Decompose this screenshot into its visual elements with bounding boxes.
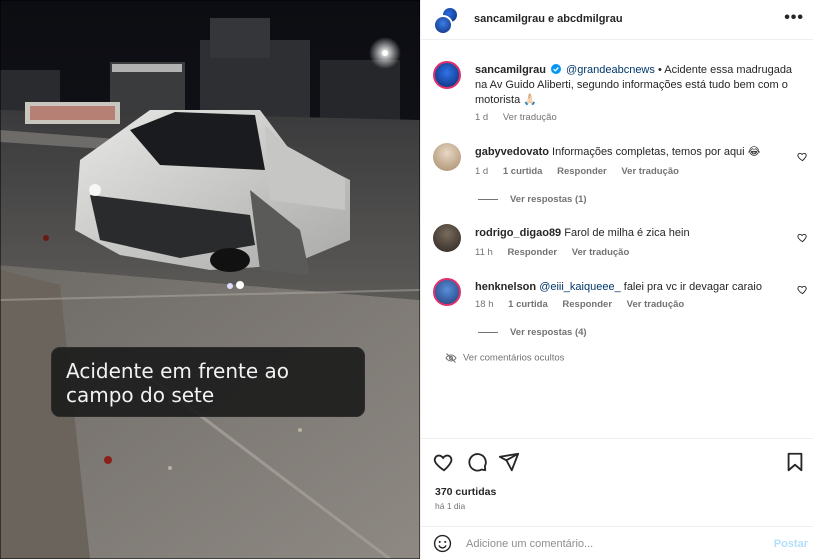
- post-media[interactable]: Acidente em frente ao campo do sete: [0, 0, 420, 559]
- comment-meta: 18 h 1 curtida Responder Ver tradução: [475, 299, 696, 310]
- translate-link[interactable]: Ver tradução: [627, 299, 685, 310]
- view-replies-label: Ver respostas (4): [510, 327, 587, 338]
- avatar[interactable]: [433, 143, 461, 171]
- translate-link[interactable]: Ver tradução: [503, 112, 557, 123]
- comment-time[interactable]: 18 h: [475, 299, 494, 310]
- comment-mention[interactable]: @eiii_kaiqueee_: [539, 281, 621, 293]
- emoji-icon[interactable]: [433, 534, 452, 553]
- comment-text: henknelson @eiii_kaiqueee_ falei pra vc …: [475, 280, 785, 295]
- caption-meta: 1 d Ver tradução: [475, 112, 569, 123]
- comment-username[interactable]: rodrigo_digao89: [475, 227, 561, 239]
- comment-likes[interactable]: 1 curtida: [508, 299, 548, 310]
- heart-icon[interactable]: [433, 451, 455, 473]
- reply-button[interactable]: Responder: [507, 247, 557, 258]
- hidden-comments-label: Ver comentários ocultos: [463, 352, 565, 364]
- comment-likes[interactable]: 1 curtida: [503, 166, 543, 177]
- comment-time[interactable]: 1 d: [475, 166, 488, 177]
- comment-username[interactable]: gabyvedovato: [475, 146, 549, 158]
- like-comment-icon[interactable]: [797, 284, 808, 295]
- comment-icon[interactable]: [466, 451, 488, 473]
- translate-link[interactable]: Ver tradução: [572, 247, 630, 258]
- comment-text: rodrigo_digao89 Farol de milha é zica he…: [475, 226, 785, 241]
- comment-body: Farol de milha é zica hein: [564, 227, 690, 239]
- collab-avatars[interactable]: [433, 6, 463, 35]
- accident-photo: [0, 0, 420, 559]
- likes-count[interactable]: 370 curtidas: [435, 486, 496, 498]
- comment-input[interactable]: Adicione um comentário...: [466, 538, 593, 550]
- media-text-overlay: Acidente em frente ao campo do sete: [51, 347, 365, 417]
- caption-mention[interactable]: @grandeabcnews: [566, 64, 655, 76]
- view-replies-label: Ver respostas (1): [510, 194, 587, 205]
- post-button[interactable]: Postar: [774, 538, 808, 550]
- verified-icon: [550, 64, 561, 74]
- view-replies-button[interactable]: Ver respostas (1): [478, 194, 587, 205]
- reply-button[interactable]: Responder: [557, 166, 607, 177]
- comment-body: Informações completas, temos por aqui 😂: [552, 146, 761, 158]
- view-hidden-comments-button[interactable]: Ver comentários ocultos: [445, 352, 564, 364]
- caption-time[interactable]: 1 d: [475, 112, 488, 123]
- post-header: sancamilgrau e abcdmilgrau •••: [421, 0, 813, 40]
- comment-meta: 11 h Responder Ver tradução: [475, 247, 641, 258]
- like-comment-icon[interactable]: [797, 232, 808, 243]
- comment-time[interactable]: 11 h: [475, 247, 493, 258]
- add-comment-bar: Adicione um comentário... Postar: [421, 526, 813, 559]
- share-icon[interactable]: [498, 451, 520, 473]
- caption-text: sancamilgrau @grandeabcnews • Acidente e…: [475, 63, 805, 108]
- comment-body: falei pra vc ir devagar caraio: [620, 281, 762, 293]
- post-date[interactable]: há 1 dia: [435, 501, 465, 511]
- eye-off-icon: [445, 353, 457, 363]
- avatar[interactable]: [433, 278, 461, 306]
- like-comment-icon[interactable]: [797, 151, 808, 162]
- avatar[interactable]: [433, 61, 461, 89]
- avatar: [433, 15, 453, 35]
- caption-username[interactable]: sancamilgrau: [475, 64, 546, 76]
- comment-username[interactable]: henknelson: [475, 281, 536, 293]
- translate-link[interactable]: Ver tradução: [621, 166, 679, 177]
- reply-button[interactable]: Responder: [562, 299, 612, 310]
- post-authors[interactable]: sancamilgrau e abcdmilgrau: [474, 13, 623, 25]
- more-options-icon[interactable]: •••: [784, 9, 804, 27]
- bookmark-icon[interactable]: [784, 451, 806, 473]
- avatar[interactable]: [433, 224, 461, 252]
- comment-meta: 1 d 1 curtida Responder Ver tradução: [475, 166, 691, 177]
- view-replies-button[interactable]: Ver respostas (4): [478, 327, 587, 338]
- comment-text: gabyvedovato Informações completas, temo…: [475, 145, 785, 160]
- post-details-panel: sancamilgrau e abcdmilgrau ••• sancamilg…: [420, 0, 813, 559]
- replies-line: [478, 198, 498, 200]
- replies-line: [478, 331, 498, 333]
